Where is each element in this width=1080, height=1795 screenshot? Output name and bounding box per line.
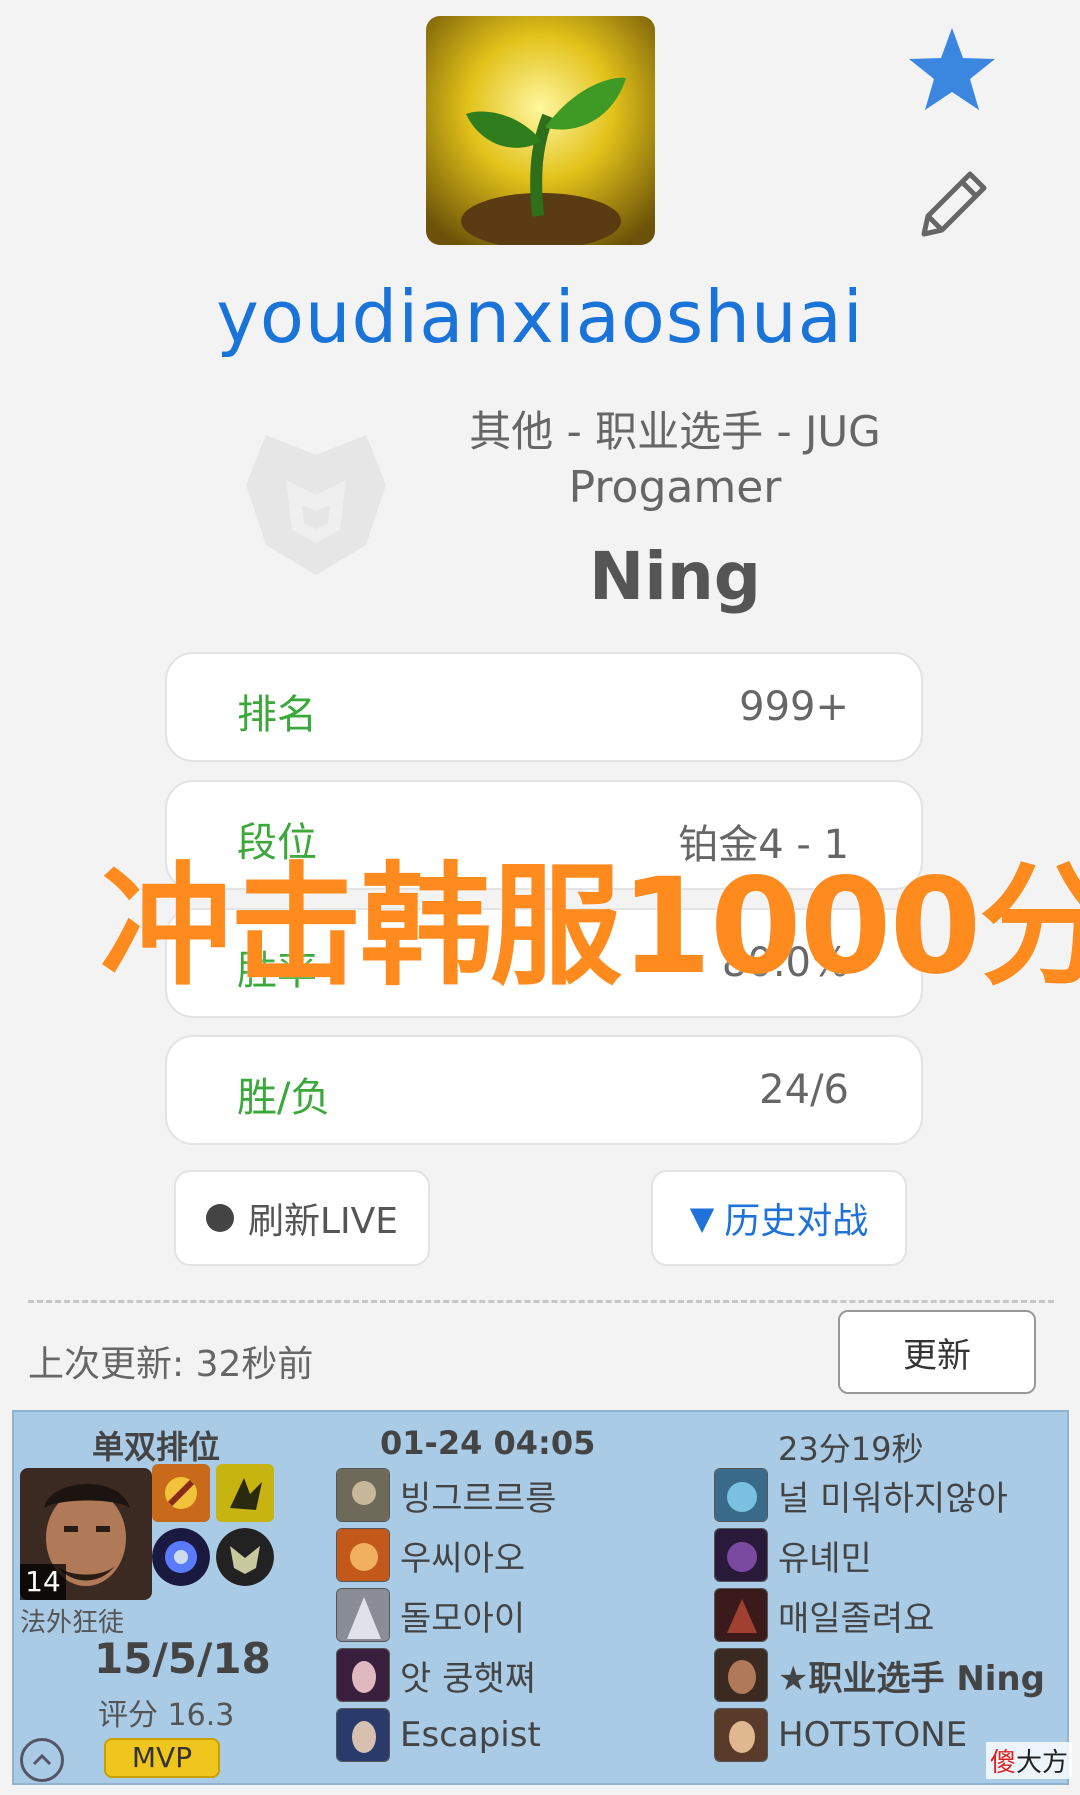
- rune-keystone-icon: [152, 1528, 210, 1586]
- player-row[interactable]: 돌모아이: [336, 1588, 525, 1642]
- player-champion-icon: [714, 1588, 768, 1642]
- summoner-spell-icon: [216, 1464, 274, 1522]
- player-champion-icon: [714, 1648, 768, 1702]
- player-row[interactable]: 앗 쿵햇쪄: [336, 1648, 536, 1702]
- role-label: Progamer: [568, 462, 782, 513]
- update-button[interactable]: 更新: [838, 1310, 1036, 1394]
- player-name: Escapist: [400, 1715, 541, 1755]
- player-name: HOT5TONE: [778, 1715, 968, 1755]
- match-score: 评分 16.3: [98, 1698, 235, 1733]
- triangle-down-icon: ▼: [689, 1199, 715, 1237]
- player-champion-icon: [336, 1468, 390, 1522]
- player-name: 유녜민: [778, 1538, 872, 1579]
- stat-label: 排名: [237, 692, 317, 738]
- username: youdianxiaoshuai: [216, 275, 864, 359]
- profile-avatar: [426, 16, 655, 245]
- team-logo-icon: [236, 425, 396, 585]
- player-row[interactable]: Escapist: [336, 1708, 541, 1762]
- player-name: 매일졸려요: [778, 1598, 935, 1639]
- player-name: 널 미워하지않아: [778, 1478, 1008, 1519]
- player-name-self: ★职业选手 Ning: [778, 1658, 1045, 1699]
- team-role-line: 其他 - 职业选手 - JUG: [469, 407, 881, 456]
- player-champion-icon: [336, 1648, 390, 1702]
- player-name: 우씨아오: [400, 1538, 526, 1579]
- history-label: 历史对战: [724, 1201, 869, 1242]
- player-row[interactable]: HOT5TONE: [714, 1708, 967, 1762]
- record-dot-icon: [205, 1204, 234, 1232]
- favorite-star-icon[interactable]: [904, 22, 1000, 118]
- player-champion-icon: [336, 1588, 390, 1642]
- match-date: 01-24 04:05: [380, 1424, 596, 1462]
- summoner-spell-icon: [152, 1464, 210, 1522]
- player-name: 앗 쿵햇쪄: [400, 1658, 536, 1699]
- player-row[interactable]: 빙그르르릉: [336, 1468, 556, 1522]
- history-matches-button[interactable]: ▼ 历史对战: [651, 1170, 907, 1266]
- player-champion-icon: [336, 1528, 390, 1582]
- refresh-live-label: 刷新LIVE: [247, 1201, 399, 1242]
- last-update-text: 上次更新: 32秒前: [28, 1344, 314, 1385]
- player-champion-icon: [714, 1528, 768, 1582]
- player-champion-icon: [714, 1468, 768, 1522]
- player-name: 빙그르르릉: [400, 1478, 557, 1519]
- stat-value: 999+: [739, 684, 849, 730]
- stat-card-winloss: 胜/负 24/6: [165, 1035, 923, 1145]
- watermark: 傻大方: [986, 1742, 1073, 1779]
- match-duration: 23分19秒: [778, 1430, 924, 1468]
- match-card[interactable]: 单双排位 01-24 04:05 23分19秒 14 法外狂徒 15/5/18 …: [12, 1410, 1069, 1785]
- player-name: 돌모아이: [400, 1598, 526, 1639]
- player-champion-icon: [714, 1708, 768, 1762]
- stat-card-rank: 排名 999+: [165, 652, 923, 762]
- kda: 15/5/18: [94, 1634, 271, 1683]
- overlay-caption: 冲击韩服1000分: [100, 850, 1080, 1004]
- player-champion-icon: [336, 1708, 390, 1762]
- collapse-chevron-up-icon[interactable]: [20, 1738, 64, 1782]
- player-row[interactable]: 매일졸려요: [714, 1588, 934, 1642]
- refresh-live-button[interactable]: 刷新LIVE: [174, 1170, 430, 1266]
- player-row[interactable]: 유녜민: [714, 1528, 872, 1582]
- stat-value: 24/6: [759, 1067, 849, 1113]
- queue-type: 单双排位: [92, 1428, 221, 1466]
- player-row[interactable]: 널 미워하지않아: [714, 1468, 1008, 1522]
- edit-pencil-icon[interactable]: [912, 158, 998, 244]
- pro-player-name: Ning: [588, 538, 762, 615]
- champion-level: 14: [20, 1564, 66, 1600]
- rune-secondary-icon: [216, 1528, 274, 1586]
- player-row[interactable]: 우씨아오: [336, 1528, 525, 1582]
- stat-label: 胜/负: [237, 1075, 331, 1121]
- player-row[interactable]: ★职业选手 Ning: [714, 1648, 1045, 1702]
- mvp-badge: MVP: [104, 1738, 220, 1778]
- divider: [28, 1300, 1054, 1303]
